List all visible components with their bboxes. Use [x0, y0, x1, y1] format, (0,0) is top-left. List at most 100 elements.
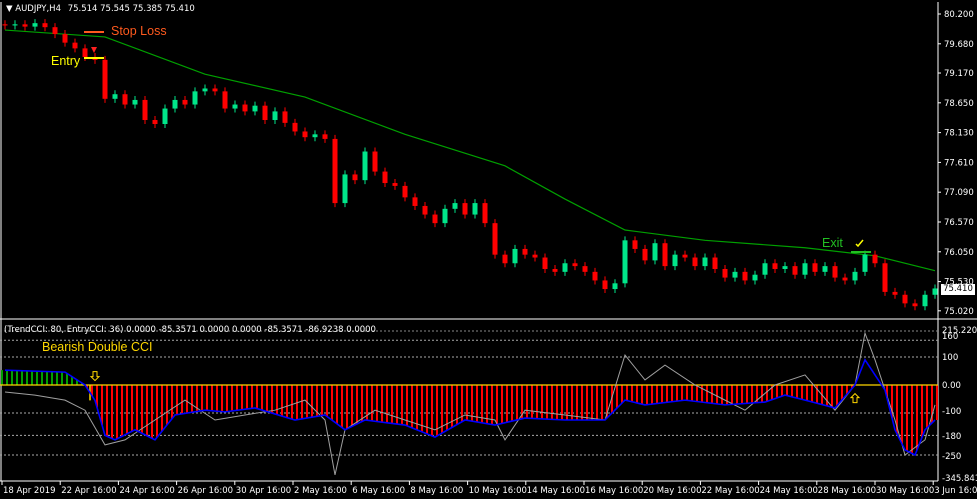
candle-body — [662, 243, 668, 267]
date-tick-label: 28 May 16:00 — [818, 486, 876, 496]
date-tick-label: 22 May 16:00 — [701, 486, 759, 496]
candle-body — [152, 120, 158, 125]
candle-body — [902, 294, 908, 304]
date-tick-label: 24 Apr 16:00 — [119, 486, 174, 496]
symbol-header: ▼ AUDJPY,H4 75.514 75.545 75.385 75.410 — [6, 4, 195, 14]
candle-body — [872, 254, 878, 264]
trend-cci-line — [4, 331, 936, 475]
candle-body — [542, 257, 548, 269]
price-tick-label: 75.020 — [944, 307, 974, 317]
candle-body — [612, 283, 618, 290]
candle-body — [112, 94, 118, 99]
stop-loss-label: Stop Loss — [111, 24, 167, 38]
ohlc-values: 75.514 75.545 75.385 75.410 — [67, 4, 195, 14]
candle-body — [192, 91, 198, 105]
candle-body — [682, 254, 688, 258]
candle-body — [522, 248, 528, 255]
date-tick-label: 24 May 16:00 — [760, 486, 818, 496]
candle-body — [242, 104, 248, 112]
candle-body — [172, 99, 178, 109]
candle-body — [182, 99, 188, 105]
candle-body — [802, 263, 808, 275]
moving-average-line — [4, 29, 936, 272]
candle-body — [702, 257, 708, 267]
candle-body — [712, 257, 718, 269]
candle-body — [562, 263, 568, 272]
candle-body — [162, 108, 168, 125]
candle-body — [392, 183, 398, 186]
candle-body — [482, 203, 488, 224]
candle-body — [852, 271, 858, 281]
candle-body — [322, 134, 328, 139]
date-tick-label: 30 Apr 16:00 — [236, 486, 291, 496]
price-tick-label: 79.170 — [944, 69, 974, 79]
exit-label: Exit — [822, 236, 843, 250]
price-tick-label: 77.090 — [944, 188, 974, 198]
indicator-title: Bearish Double CCI — [42, 340, 153, 354]
candle-body — [12, 24, 18, 26]
down-arrow-icon — [89, 371, 101, 382]
cci-tick-label: -180 — [942, 432, 961, 442]
candle-body — [122, 94, 128, 105]
candle-body — [692, 257, 698, 267]
price-tick-label: 78.650 — [944, 99, 974, 109]
date-tick-label: 6 May 16:00 — [352, 486, 405, 496]
date-tick-label: 14 May 16:00 — [527, 486, 585, 496]
candle-body — [472, 203, 478, 215]
cci-tick-label: 160 — [942, 332, 958, 342]
candle-body — [282, 111, 288, 123]
candle-body — [32, 23, 38, 27]
candle-body — [602, 280, 608, 290]
candle-body — [642, 248, 648, 261]
candle-body — [202, 88, 208, 92]
candle-body — [922, 294, 928, 307]
date-tick-label: 10 May 16:00 — [469, 486, 527, 496]
dropdown-triangle-icon[interactable]: ▼ — [6, 4, 13, 14]
sell-arrow-icon — [91, 47, 97, 53]
symbol-label: AUDJPY,H4 — [15, 4, 61, 14]
price-tick-label: 77.610 — [944, 158, 974, 168]
date-tick-label: 30 May 16:00 — [876, 486, 934, 496]
price-tick-label: 76.050 — [944, 248, 974, 258]
current-price-label: 75.410 — [941, 284, 975, 295]
candle-body — [352, 174, 358, 181]
date-tick-label: 18 Apr 2019 — [3, 486, 56, 496]
candle-body — [382, 171, 388, 184]
candle-body — [842, 277, 848, 281]
candle-body — [532, 254, 538, 258]
candle-body — [892, 291, 898, 295]
candle-body — [432, 214, 438, 224]
candle-body — [62, 34, 68, 43]
candle-body — [142, 99, 148, 121]
cci-tick-label: -250 — [942, 452, 961, 462]
candle-body — [552, 268, 558, 272]
cci-tick-label: 100 — [942, 353, 958, 363]
check-mark-icon — [855, 239, 864, 248]
candle-body — [512, 248, 518, 264]
candle-body — [632, 240, 638, 249]
candle-body — [502, 254, 508, 264]
date-tick-label: 26 Apr 16:00 — [178, 486, 233, 496]
candle-body — [222, 91, 228, 109]
candle-body — [582, 266, 588, 272]
date-tick-label: 2 May 16:00 — [294, 486, 347, 496]
candle-body — [672, 254, 678, 267]
candle-body — [742, 271, 748, 281]
candle-body — [762, 263, 768, 275]
date-tick-label: 8 May 16:00 — [410, 486, 463, 496]
price-tick-label: 79.680 — [944, 40, 974, 50]
candle-body — [812, 263, 818, 272]
candle-body — [332, 138, 338, 204]
candle-body — [372, 151, 378, 172]
candle-body — [22, 24, 28, 27]
candle-body — [232, 104, 238, 109]
candle-body — [362, 151, 368, 181]
candle-body — [252, 105, 258, 112]
candle-body — [462, 203, 468, 215]
price-tick-label: 76.570 — [944, 218, 974, 228]
candle-body — [132, 99, 138, 105]
cci-tick-label: 0.00 — [942, 381, 961, 391]
candle-body — [832, 266, 838, 278]
candle-body — [2, 24, 8, 26]
candle-body — [792, 266, 798, 275]
